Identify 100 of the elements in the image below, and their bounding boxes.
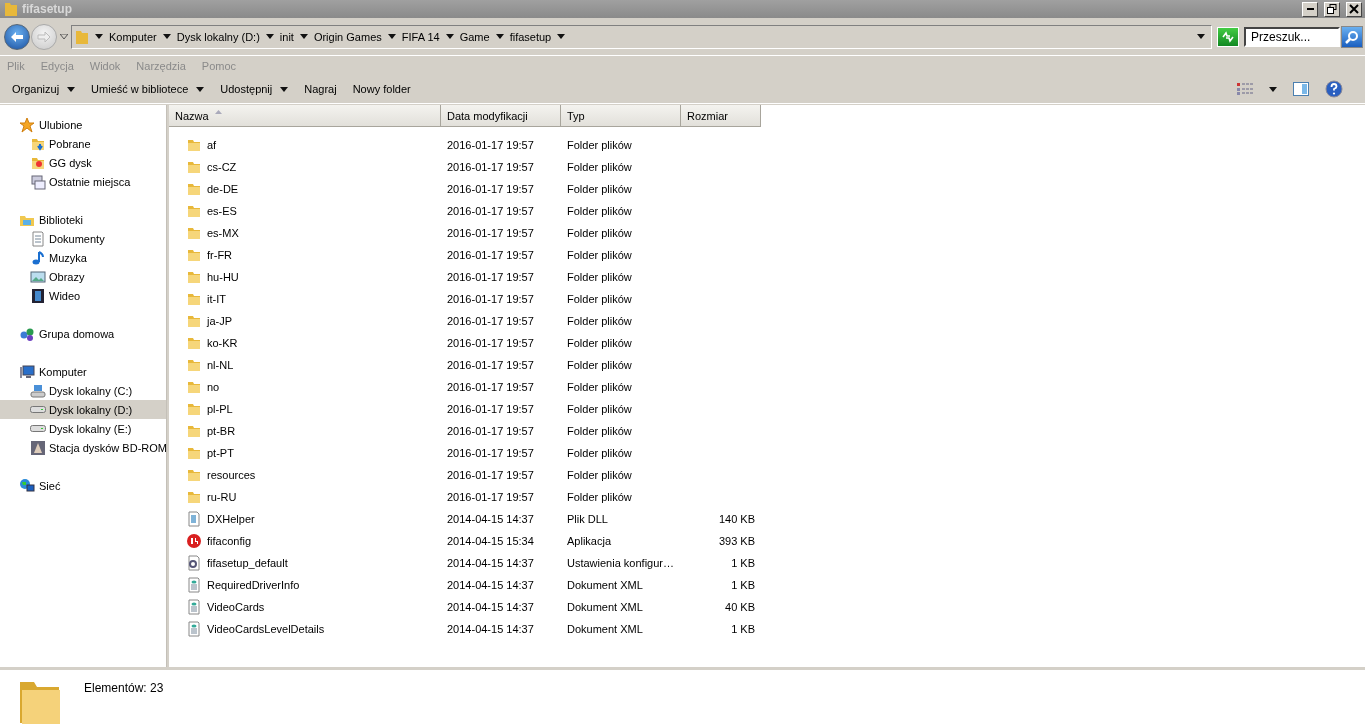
table-cell-text: Dokument XML (566, 601, 644, 613)
sidebar-item[interactable]: Dokumenty (0, 229, 166, 248)
table-cell-text: Folder plików (566, 447, 633, 459)
close-icon (1349, 4, 1359, 14)
table-cell-text: Folder plików (566, 337, 633, 349)
file-name[interactable]: RequiredDriverInfo (169, 577, 441, 593)
folder-icon (186, 269, 202, 285)
forward-arrow-icon (37, 30, 51, 43)
back-button[interactable] (4, 23, 30, 50)
column-header[interactable]: Data modyfikacji (441, 105, 561, 127)
folder-icon (186, 247, 202, 263)
help-icon (1325, 80, 1343, 98)
sidebar-item[interactable]: Wideo (0, 286, 166, 305)
sidebar-item[interactable]: Dysk lokalny (C:) (0, 381, 166, 400)
table-cell-text: 2016-01-17 19:57 (446, 315, 535, 327)
sidebar-item[interactable]: Ulubione (0, 115, 166, 134)
table-cell-text: 2016-01-17 19:57 (446, 491, 535, 503)
table-cell-text: Plik DLL (566, 513, 609, 525)
column-header[interactable]: Typ (561, 105, 681, 127)
folder-icon (186, 445, 202, 461)
file-name[interactable]: VideoCards (169, 599, 441, 615)
folder-icon (75, 28, 89, 45)
file-name[interactable]: cs-CZ (169, 159, 441, 175)
table-cell-text: Folder plików (566, 161, 633, 173)
table-cell-text: 2016-01-17 19:57 (446, 469, 535, 481)
table-cell-text: Folder plików (566, 469, 633, 481)
sort-arrow-icon (214, 109, 222, 114)
sidebar-item[interactable]: Grupa domowa (0, 324, 166, 343)
minimize-button[interactable] (1302, 1, 1318, 17)
file-name[interactable]: pt-PT (169, 445, 441, 461)
caret-icon (445, 34, 454, 39)
column-header[interactable]: Nazwa (169, 105, 441, 127)
sidebar-item[interactable]: Biblioteki (0, 210, 166, 229)
history-dropdown[interactable] (58, 34, 70, 39)
breadcrumb[interactable]: init (279, 30, 294, 43)
sidebar-item[interactable]: Dysk lokalny (D:) (0, 400, 166, 419)
sidebar-item[interactable]: Dysk lokalny (E:) (0, 419, 166, 438)
folder-icon (186, 379, 202, 395)
sidebar-item[interactable]: Obrazy (0, 267, 166, 286)
folder-icon (186, 357, 202, 373)
dropdown-caret-icon (1197, 34, 1205, 39)
refresh-button[interactable] (1217, 26, 1239, 47)
table-cell-text: Folder plików (566, 249, 633, 261)
file-name[interactable]: pt-BR (169, 423, 441, 439)
sidebar-item[interactable]: Ostatnie miejsca (0, 172, 166, 191)
file-name[interactable]: es-MX (169, 225, 441, 241)
toolbar-button[interactable]: Nowy folder (344, 80, 419, 98)
breadcrumb[interactable]: FIFA 14 (401, 30, 440, 43)
file-name[interactable]: af (169, 137, 441, 153)
breadcrumb[interactable]: Origin Games (313, 30, 382, 43)
address-bar[interactable]: Komputer Dysk lokalny (D:) init Origin Games FIFA 14 Game fifasetup (71, 24, 1212, 49)
breadcrumb[interactable]: Komputer (109, 30, 157, 43)
file-name[interactable]: es-ES (169, 203, 441, 219)
breadcrumb[interactable]: fifasetup (509, 30, 552, 43)
table-cell-text: 2016-01-17 19:57 (446, 249, 535, 261)
folder-icon (186, 313, 202, 329)
sidebar-item[interactable]: Stacja dysków BD-ROM (0, 438, 166, 457)
sidebar-item[interactable]: GG dysk (0, 153, 166, 172)
table-cell-text: Folder plików (566, 425, 633, 437)
sidebar-item[interactable]: Pobrane (0, 134, 166, 153)
toolbar-button[interactable]: Udostępnij (212, 80, 297, 98)
table-cell-text: Aplikacja (566, 535, 613, 547)
caret-icon (265, 34, 274, 39)
folder-icon (186, 401, 202, 417)
table-cell-text: 2014-04-15 14:37 (446, 623, 535, 635)
folder-icon (186, 225, 202, 241)
sidebar-item[interactable]: Muzyka (0, 248, 166, 267)
restore-button[interactable] (1324, 1, 1340, 17)
toolbar-button[interactable]: Organizuj (4, 80, 84, 98)
file-name[interactable]: fr-FR (169, 247, 441, 263)
file-name[interactable]: VideoCardsLevelDetails (169, 621, 441, 637)
file-name[interactable]: pl-PL (169, 401, 441, 417)
file-name[interactable]: fifasetup_default (169, 555, 441, 571)
file-name[interactable]: DXHelper (169, 511, 441, 527)
file-name[interactable]: ja-JP (169, 313, 441, 329)
file-name[interactable]: hu-HU (169, 269, 441, 285)
file-name[interactable]: no (169, 379, 441, 395)
breadcrumb[interactable]: Game (459, 30, 490, 43)
table-cell-text: Folder plików (566, 381, 633, 393)
drive-icon (30, 425, 46, 432)
column-header[interactable]: Rozmiar (681, 105, 761, 127)
file-name[interactable]: ko-KR (169, 335, 441, 351)
toolbar-button[interactable]: Umieść w bibliotece (83, 80, 213, 98)
breadcrumb[interactable]: Dysk lokalny (D:) (176, 30, 260, 43)
close-button[interactable] (1346, 1, 1362, 17)
file-name[interactable]: it-IT (169, 291, 441, 307)
file-name[interactable]: de-DE (169, 181, 441, 197)
search-field[interactable]: Przeszuk... (1244, 26, 1340, 47)
search-button[interactable] (1341, 25, 1363, 48)
toolbar-button[interactable]: Nagraj (296, 80, 345, 98)
file-name[interactable]: resources (169, 467, 441, 483)
sidebar-item[interactable]: Komputer (0, 362, 166, 381)
file-name[interactable]: ru-RU (169, 489, 441, 505)
sidebar-item[interactable]: Sieć (0, 476, 166, 495)
file-name[interactable]: nl-NL (169, 357, 441, 373)
file-name[interactable]: fifaconfig (169, 533, 441, 549)
table-cell-text: 1 KB (730, 623, 756, 635)
computer-icon (19, 363, 35, 380)
document-icon (186, 577, 202, 593)
table-cell-text: Folder plików (566, 205, 633, 217)
